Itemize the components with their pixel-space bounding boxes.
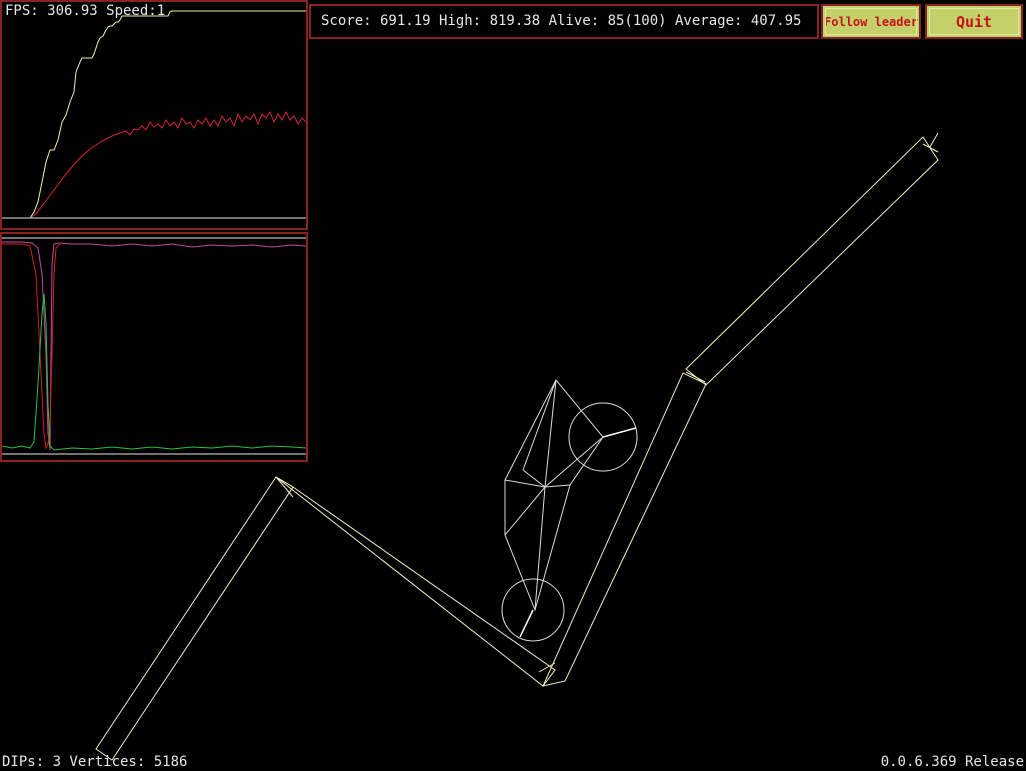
terrain-segment-3 xyxy=(542,372,707,687)
terrain-segment-1 xyxy=(95,476,294,761)
fps-readout: FPS: 306.93 Speed:1 xyxy=(5,3,166,19)
average-score-series xyxy=(2,110,306,219)
chassis-strut-7 xyxy=(522,469,546,488)
score-history-plot xyxy=(2,10,306,219)
rear-wheel-spoke xyxy=(519,609,534,638)
terrain-joint-1 xyxy=(275,476,294,498)
terrain-joint-3 xyxy=(685,371,706,383)
terrain-end-tick xyxy=(929,132,939,148)
terrain-segment-2 xyxy=(275,476,556,687)
terrain-segment-4 xyxy=(685,136,939,386)
vehicle xyxy=(501,379,638,642)
quit-button[interactable]: Quit xyxy=(925,4,1023,39)
chassis-strut-6 xyxy=(504,479,546,488)
chassis-outline xyxy=(504,379,604,612)
chassis-strut-5 xyxy=(504,486,546,536)
population-metrics-plot xyxy=(2,237,306,455)
population-metrics-graph xyxy=(0,232,308,462)
follow-leader-button[interactable]: Follow leader xyxy=(821,4,921,39)
pink-series xyxy=(2,241,306,451)
version-label: 0.0.6.369 Release xyxy=(880,754,1024,770)
render-stats: DIPs: 3 Vertices: 5186 xyxy=(2,754,188,770)
score-history-graph: FPS: 306.93 Speed:1 xyxy=(0,0,308,230)
chassis-strut-3 xyxy=(544,484,571,488)
score-status-bar: Score: 691.19 High: 819.38 Alive: 85(100… xyxy=(309,4,819,39)
front-wheel-spoke xyxy=(602,427,637,438)
high-score-series xyxy=(2,10,306,219)
